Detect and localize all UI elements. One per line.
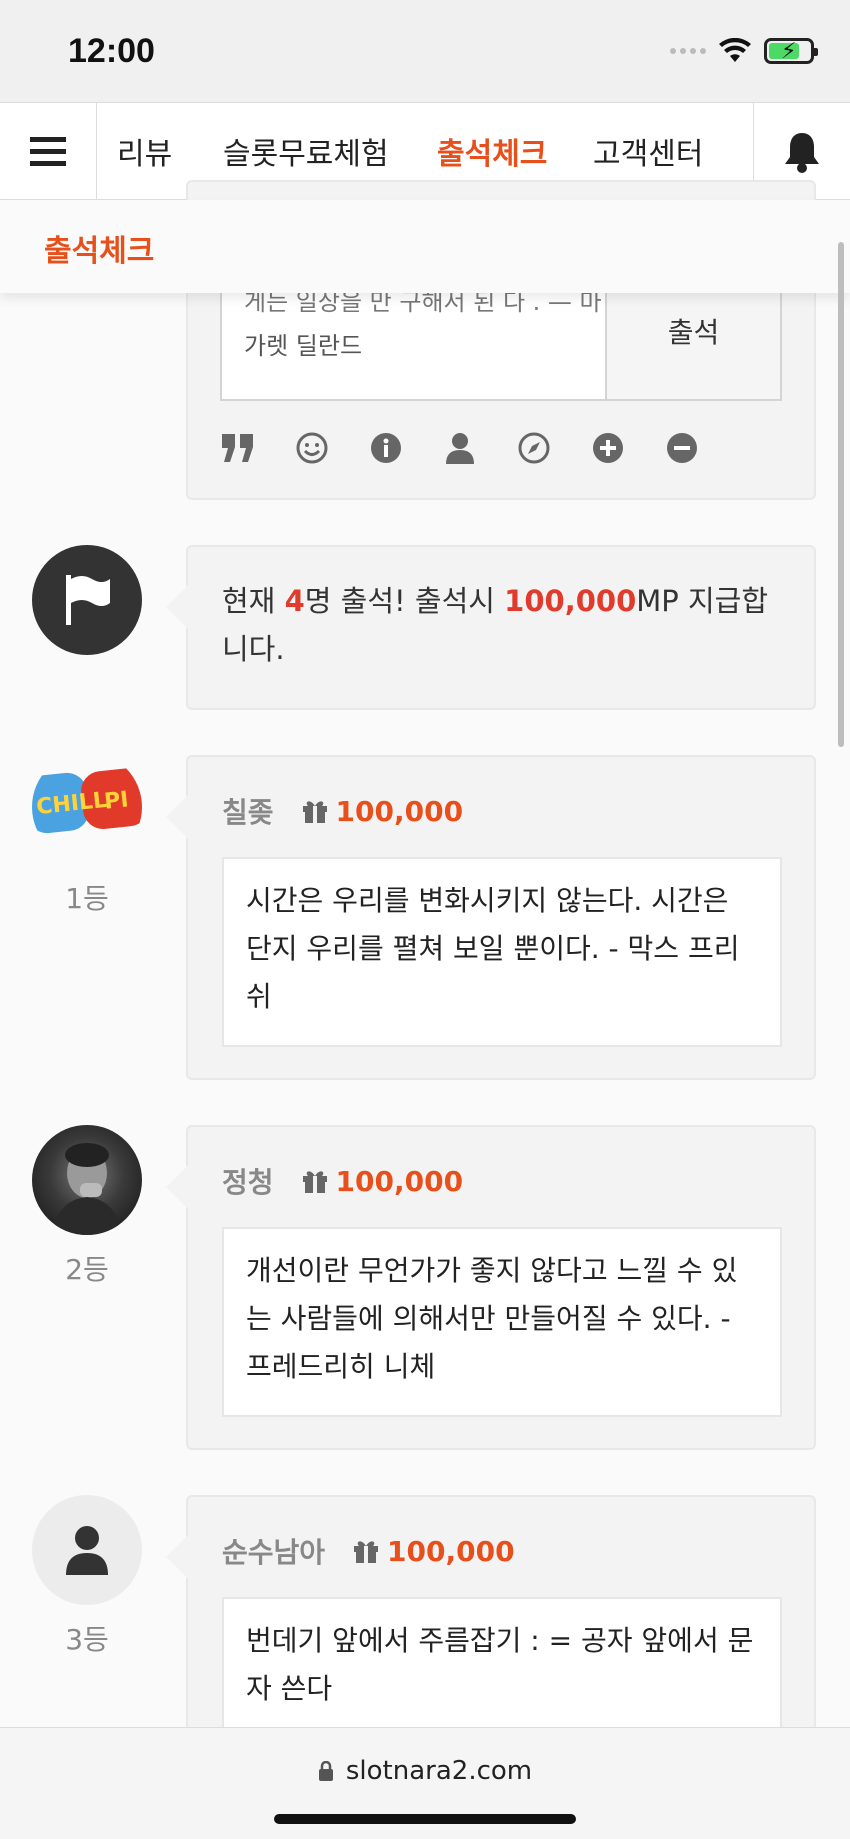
smile-icon[interactable] [296, 432, 328, 464]
gift-icon [354, 1541, 379, 1563]
attendance-entry: 칠좆 100,000 시간은 우리를 변화시키지 않는다. 시간은 단지 우리를… [166, 755, 816, 1080]
compass-icon[interactable] [518, 432, 550, 464]
bell-icon [785, 132, 819, 173]
gift-icon [302, 801, 327, 823]
entry-author[interactable]: 정청 [222, 1161, 274, 1201]
plus-icon[interactable] [592, 432, 624, 464]
default-user-avatar[interactable] [32, 1495, 142, 1605]
user-icon[interactable] [444, 432, 476, 464]
lock-icon [318, 1761, 333, 1781]
nav-item-review[interactable]: 리뷰 [117, 129, 172, 173]
photo-avatar[interactable] [32, 1125, 142, 1235]
hamburger-icon [30, 136, 66, 166]
url-text: slotnara2.com [345, 1756, 533, 1786]
gift-icon [302, 1171, 327, 1193]
rank-label: 3등 [65, 1623, 109, 1656]
entry-author[interactable]: 순수남아 [222, 1531, 325, 1571]
menu-button[interactable] [0, 103, 97, 200]
scrollbar[interactable] [838, 242, 844, 747]
attendance-entry: 정청 100,000 개선이란 무언가가 좋지 않다고 느낄 수 있는 사람들에… [166, 1125, 816, 1450]
attendance-notice-text: 현재 4명 출석! 출석시 100,000MP 지급합니다. [222, 584, 769, 666]
info-icon[interactable] [370, 432, 402, 464]
entry-message: 번데기 앞에서 주름잡기 : = 공자 앞에서 문자 쓴다 [222, 1597, 782, 1747]
entry-points: 100,000 [335, 794, 464, 828]
attendance-notice-card: 현재 4명 출석! 출석시 100,000MP 지급합니다. [166, 545, 816, 710]
rank-label: 1등 [65, 882, 109, 915]
minus-icon[interactable] [666, 432, 698, 464]
editor-toolbar [222, 432, 698, 464]
flag-icon [66, 575, 110, 625]
attendance-points: 100,000 [504, 584, 637, 618]
nav-item-attendance[interactable]: 출석체크 [437, 129, 547, 173]
notice-avatar [32, 545, 142, 655]
status-time: 12:00 [68, 32, 155, 70]
entry-points: 100,000 [335, 1164, 464, 1198]
svg-text:PI: PI [103, 787, 130, 814]
attendance-count: 4 [284, 584, 305, 618]
page-header: 출석체크 [0, 200, 850, 293]
attendance-entry: 순수남아 100,000 번데기 앞에서 주름잡기 : = 공자 앞에서 문자 … [166, 1495, 816, 1755]
status-bar: 12:00 ⚡ [0, 0, 850, 102]
battery-icon: ⚡ [764, 38, 818, 64]
browser-address-bar: slotnara2.com [0, 1727, 850, 1839]
signal-icon [670, 48, 706, 54]
page-title: 출석체크 [44, 234, 155, 269]
wifi-icon [719, 38, 751, 62]
nav-item-customer-center[interactable]: 고객센터 [593, 129, 703, 173]
url-display[interactable]: slotnara2.com [0, 1756, 850, 1786]
rank-label: 2등 [65, 1253, 109, 1286]
user-icon [66, 1526, 108, 1575]
entry-points: 100,000 [387, 1534, 515, 1568]
status-icons: ⚡ [670, 38, 818, 64]
chill-pill-avatar[interactable]: CHILL PI [32, 752, 142, 862]
entry-author[interactable]: 칠좆 [222, 791, 274, 831]
compose-text-line: 가렛 딜란드 [244, 332, 363, 360]
entry-message: 시간은 우리를 변화시키지 않는다. 시간은 단지 우리를 펼쳐 보일 뿐이다.… [222, 857, 782, 1047]
entry-message: 개선이란 무언가가 좋지 않다고 느낄 수 있는 사람들에 의해서만 만들어질 … [222, 1227, 782, 1417]
quote-icon[interactable] [222, 432, 254, 464]
nav-item-slot-free-trial[interactable]: 슬롯무료체험 [223, 129, 389, 173]
home-indicator[interactable] [274, 1814, 576, 1824]
